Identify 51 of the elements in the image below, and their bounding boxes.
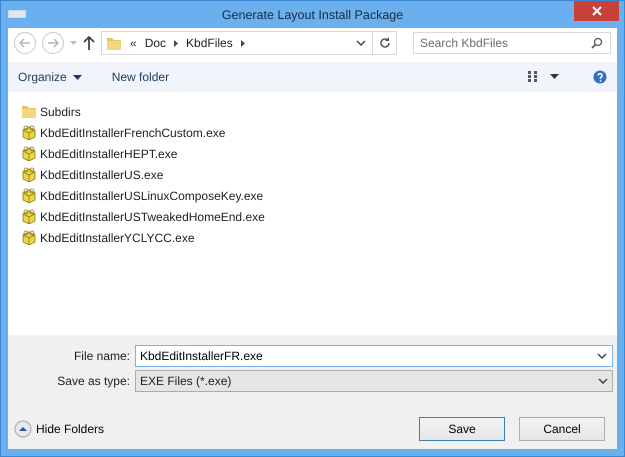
chevron-down-icon	[598, 378, 608, 384]
file-item[interactable]: KbdEditInstallerUSLinuxComposeKey.exe	[21, 186, 604, 205]
file-item[interactable]: KbdEditInstallerYCLYCC.exe	[21, 228, 604, 247]
arrow-up-icon	[83, 36, 95, 50]
file-item[interactable]: Subdirs	[21, 102, 604, 121]
cancel-button[interactable]: Cancel	[519, 417, 605, 441]
caret-icon	[72, 74, 82, 80]
package-icon	[21, 146, 37, 161]
up-button[interactable]	[83, 36, 95, 50]
refresh-icon	[378, 37, 390, 49]
help-icon	[593, 70, 607, 84]
folder-icon	[21, 104, 37, 119]
file-type-dropdown[interactable]: EXE Files (*.exe)	[135, 370, 613, 392]
package-icon	[21, 188, 37, 203]
file-item[interactable]: KbdEditInstallerHEPT.exe	[21, 144, 604, 163]
file-item[interactable]: KbdEditInstallerUSTweakedHomeEnd.exe	[21, 207, 604, 226]
view-options-button[interactable]	[528, 71, 559, 83]
chevron-down-icon	[356, 40, 366, 46]
breadcrumb-item[interactable]: KbdFiles	[186, 36, 233, 50]
close-button[interactable]	[574, 1, 619, 21]
collapse-icon	[14, 420, 32, 438]
help-button[interactable]	[593, 70, 607, 84]
organize-button[interactable]: Organize	[18, 70, 82, 84]
chevron-down-icon	[597, 353, 607, 359]
file-item[interactable]: KbdEditInstallerUS.exe	[21, 165, 604, 184]
package-icon	[21, 209, 37, 224]
search-field[interactable]: Search KbdFiles	[413, 32, 611, 54]
field-label: Save as type:	[56, 374, 130, 388]
close-icon	[592, 6, 602, 16]
new-folder-button[interactable]: New folder	[112, 70, 170, 84]
address-bar[interactable]: « Doc KbdFiles	[101, 31, 397, 55]
grid-view-icon	[528, 71, 540, 83]
save-button[interactable]: Save	[419, 417, 505, 441]
package-icon	[21, 230, 37, 245]
breadcrumb-item[interactable]: Doc	[144, 36, 166, 50]
file-name-field[interactable]: KbdEditInstallerFR.exe	[135, 345, 613, 367]
breadcrumb-arrow-icon[interactable]	[240, 40, 245, 46]
file-item[interactable]: KbdEditInstallerFrenchCustom.exe	[21, 123, 604, 142]
caret-icon	[550, 74, 559, 80]
folder-icon	[106, 36, 122, 50]
search-icon	[591, 37, 603, 49]
hide-folders-button[interactable]: Hide Folders	[14, 420, 104, 438]
arrow-left-icon	[19, 38, 31, 48]
breadcrumb-arrow-icon[interactable]	[174, 40, 178, 46]
package-icon	[21, 125, 37, 140]
breadcrumb-overflow[interactable]: «	[130, 36, 137, 50]
caret-icon	[70, 41, 77, 45]
arrow-right-icon	[47, 38, 59, 48]
package-icon	[21, 167, 37, 182]
window-title: Generate Layout Install Package	[222, 8, 404, 22]
field-label: File name:	[72, 349, 130, 363]
